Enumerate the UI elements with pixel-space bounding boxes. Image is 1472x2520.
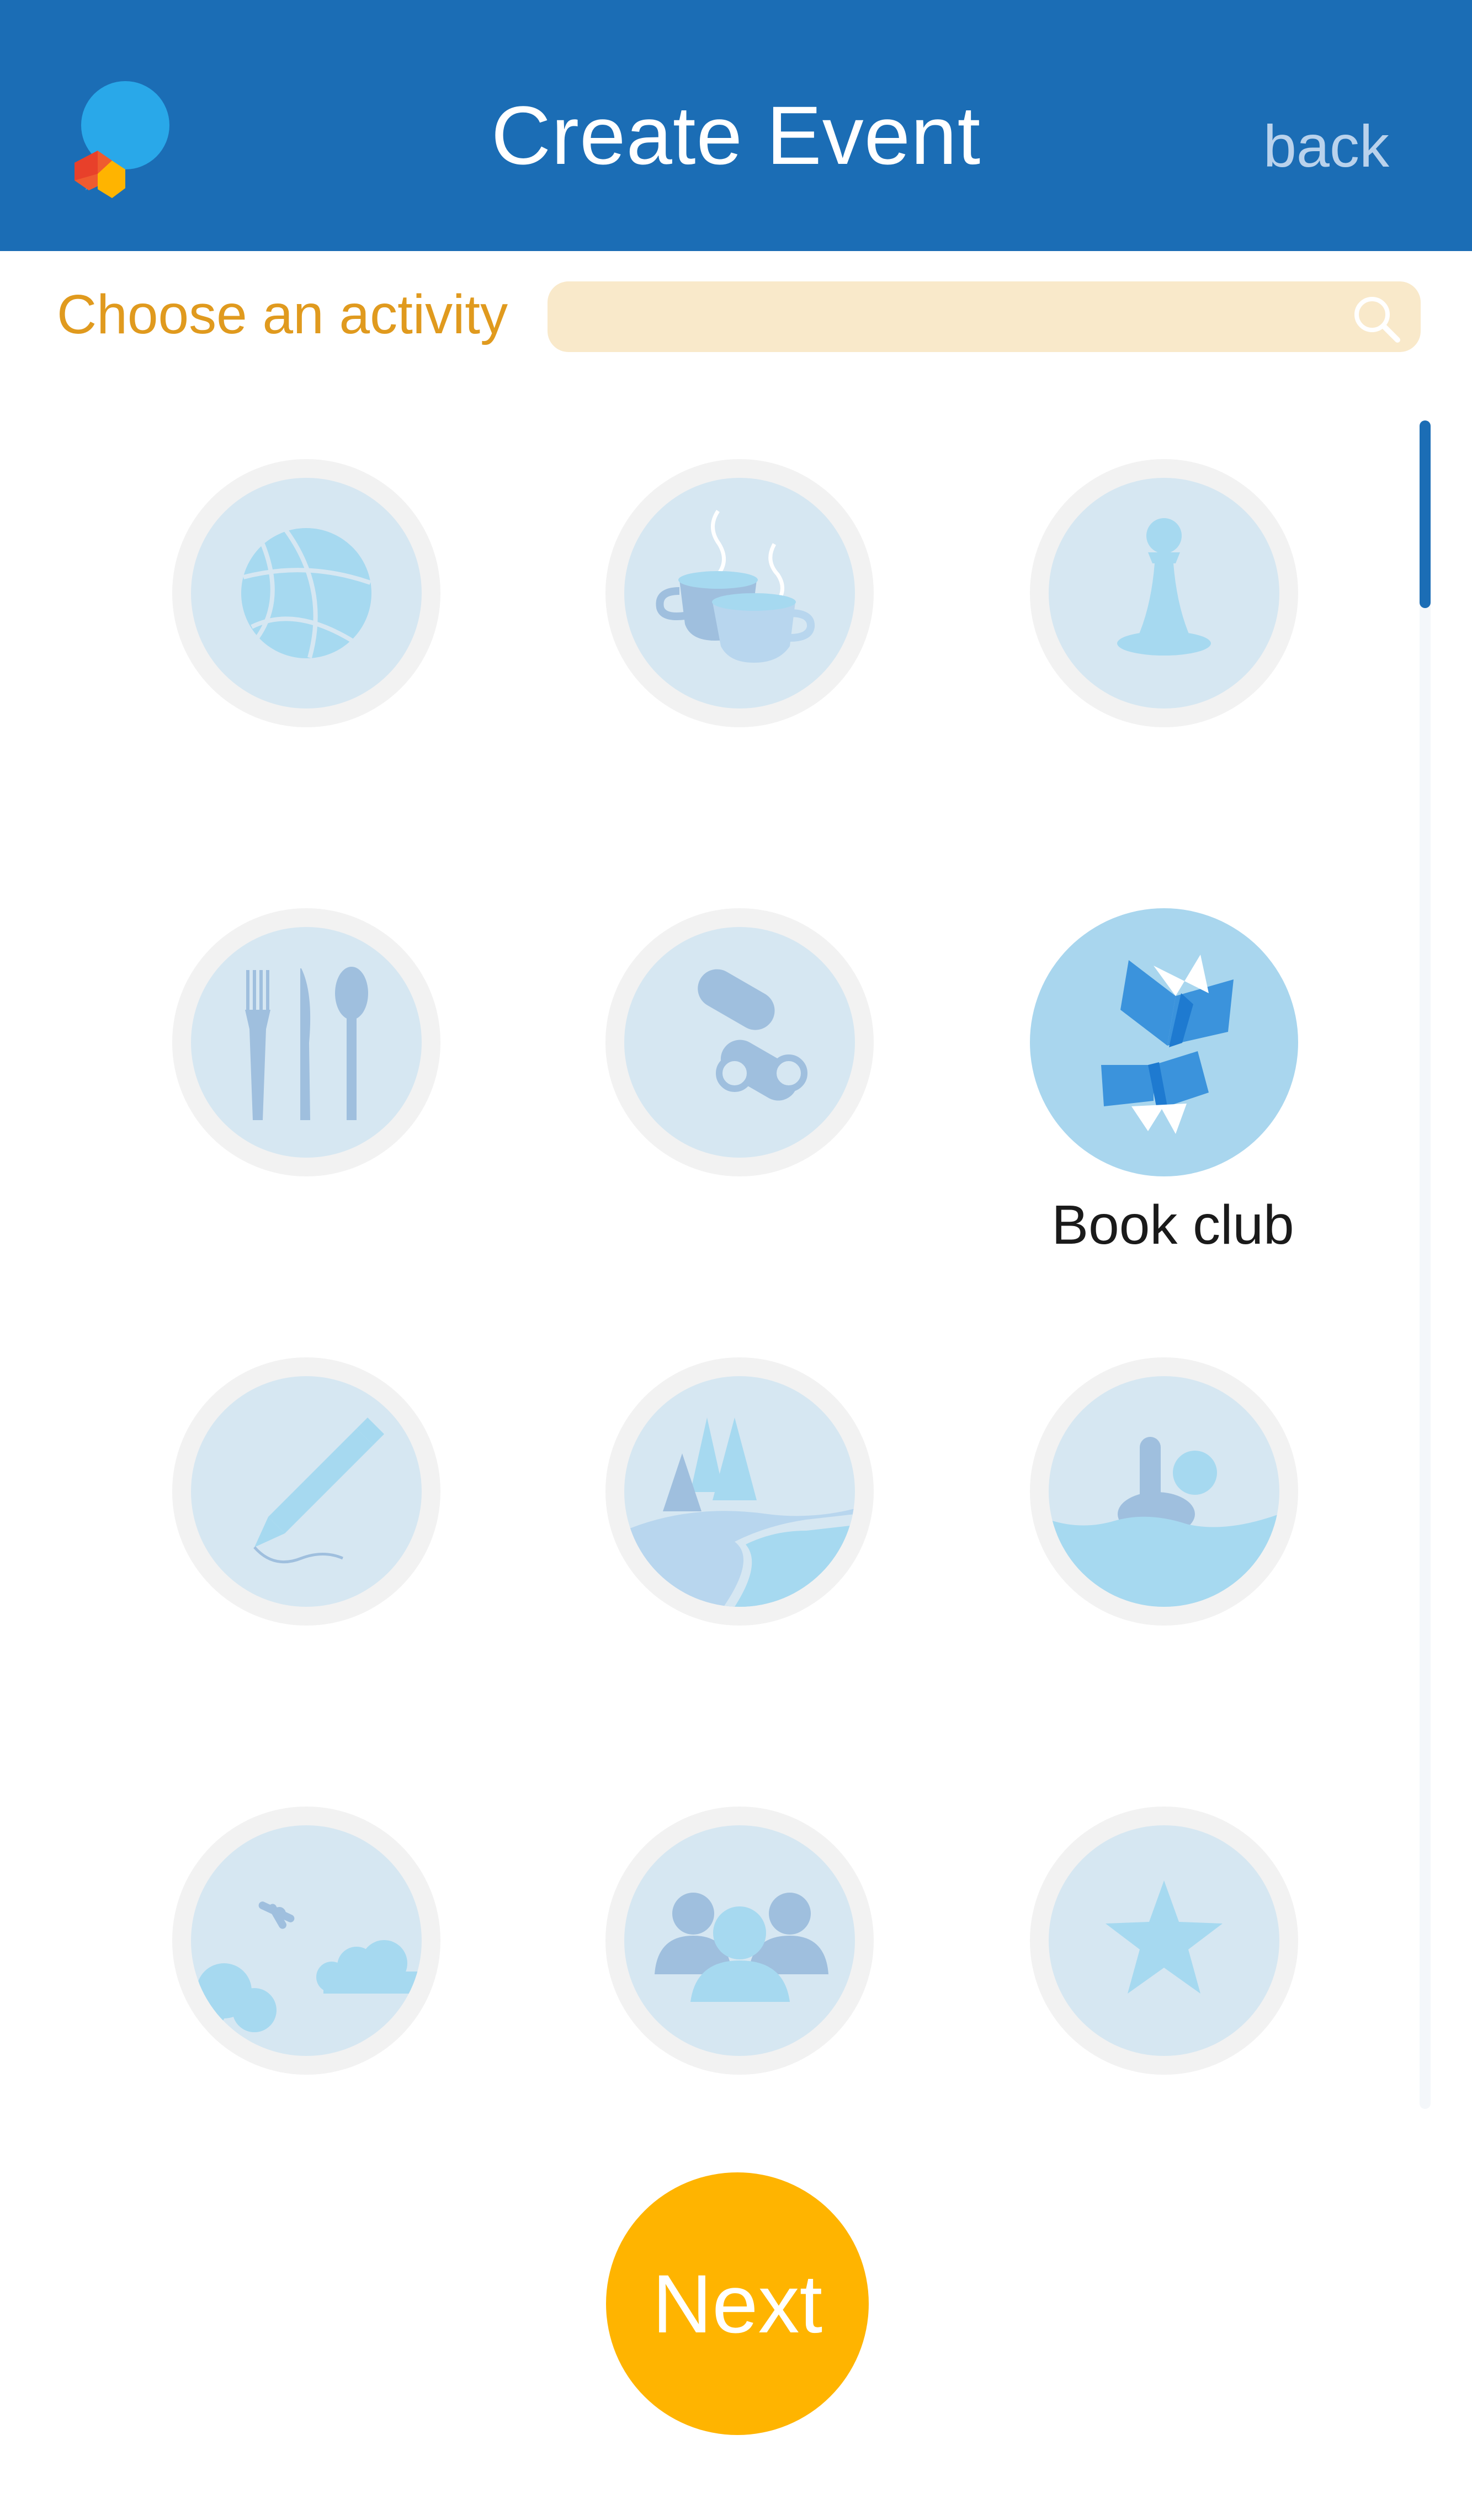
selected-activity-label: Book club: [1051, 1194, 1294, 1256]
binoculars-icon: [698, 969, 807, 1101]
search-box[interactable]: [548, 281, 1421, 353]
activity-swimming[interactable]: [1030, 1357, 1298, 1626]
activity-grid: Book club: [0, 419, 1424, 2102]
pencil-icon: [253, 1418, 384, 1564]
search-input[interactable]: [570, 281, 1333, 353]
star-icon: [1106, 1880, 1223, 1994]
activity-chess[interactable]: [1030, 459, 1298, 727]
activity-skydiving[interactable]: [172, 1807, 440, 2075]
scrollbar-track[interactable]: [1420, 420, 1431, 2109]
activity-book-club[interactable]: [1030, 908, 1298, 1176]
next-button[interactable]: Next: [606, 2172, 869, 2435]
basketball-icon: [241, 527, 371, 659]
page-title: Create Event: [491, 89, 981, 182]
search-icon[interactable]: [1349, 291, 1404, 347]
app-header: Create Event back: [0, 0, 1472, 251]
chess-pawn-icon: [1117, 518, 1211, 656]
activity-writing[interactable]: [172, 1357, 440, 1626]
activity-basketball[interactable]: [172, 459, 440, 727]
forest-river-icon: [624, 1418, 855, 1607]
activity-coffee[interactable]: [605, 459, 874, 727]
swimming-icon: [1049, 1437, 1279, 1607]
book-club-icon: [1101, 955, 1234, 1134]
activity-meetup[interactable]: [605, 1807, 874, 2075]
skydiving-icon: [191, 1901, 422, 2032]
activity-favorite[interactable]: [1030, 1807, 1298, 2075]
choose-activity-label: Choose an activity: [57, 284, 508, 345]
cutlery-icon: [245, 967, 368, 1120]
activity-outdoors[interactable]: [605, 1357, 874, 1626]
activity-birdwatching[interactable]: [605, 908, 874, 1176]
back-button[interactable]: back: [1263, 110, 1389, 182]
activity-dining[interactable]: [172, 908, 440, 1176]
scrollbar-thumb[interactable]: [1420, 420, 1431, 608]
people-group-icon: [655, 1893, 828, 2002]
coffee-cups-icon: [656, 510, 815, 663]
